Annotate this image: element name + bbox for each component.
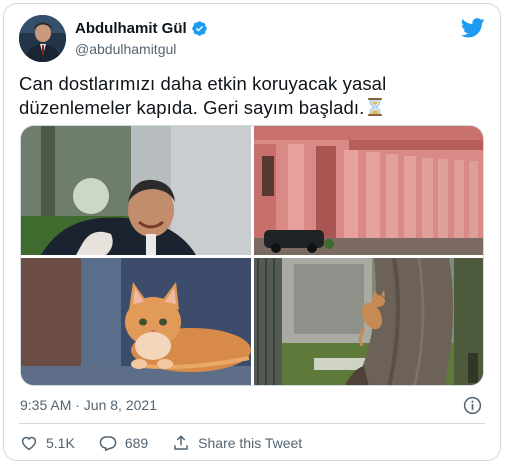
avatar-image	[19, 15, 66, 62]
photo-ministry-building[interactable]	[254, 126, 483, 255]
author-handle[interactable]: @abdulhamitgul	[75, 41, 208, 57]
reply-bubble-icon	[99, 436, 117, 452]
author-display-name[interactable]: Abdulhamit Gül	[75, 20, 187, 37]
avatar[interactable]	[19, 15, 66, 62]
divider	[19, 423, 485, 424]
tweet-body: Can dostlarımızı daha etkin koruyacak ya…	[19, 73, 387, 118]
share-label: Share this Tweet	[198, 435, 303, 451]
twitter-bird-icon[interactable]	[460, 18, 485, 38]
tweet-header: Abdulhamit Gül @abdulhamitgul	[19, 15, 485, 67]
photo-orange-kitten[interactable]	[21, 258, 251, 385]
hourglass-icon	[367, 98, 383, 116]
info-icon[interactable]	[463, 396, 482, 415]
like-count: 5.1K	[46, 435, 75, 451]
tweet-text: Can dostlarımızı daha etkin koruyacak ya…	[19, 72, 489, 120]
photo-kitten-on-tree[interactable]	[254, 258, 483, 385]
heart-icon	[21, 436, 37, 451]
share-button[interactable]: Share this Tweet	[172, 434, 302, 452]
like-button[interactable]: 5.1K	[20, 434, 75, 452]
tweet-card: Abdulhamit Gül @abdulhamitgul Can dostla…	[3, 3, 501, 461]
share-icon	[174, 435, 188, 450]
reply-button[interactable]: 689	[99, 434, 148, 452]
tweet-actions: 5.1K 689 Share this Tweet	[20, 432, 326, 454]
tweet-timestamp[interactable]: 9:35 AM · Jun 8, 2021	[20, 397, 157, 413]
media-grid	[20, 125, 484, 386]
reply-count: 689	[124, 435, 149, 451]
photo-man-with-cat[interactable]	[21, 126, 251, 255]
author-display-name-row[interactable]: Abdulhamit Gül	[75, 20, 208, 37]
author-names: Abdulhamit Gül @abdulhamitgul	[75, 20, 208, 57]
verified-badge-icon	[191, 20, 208, 37]
